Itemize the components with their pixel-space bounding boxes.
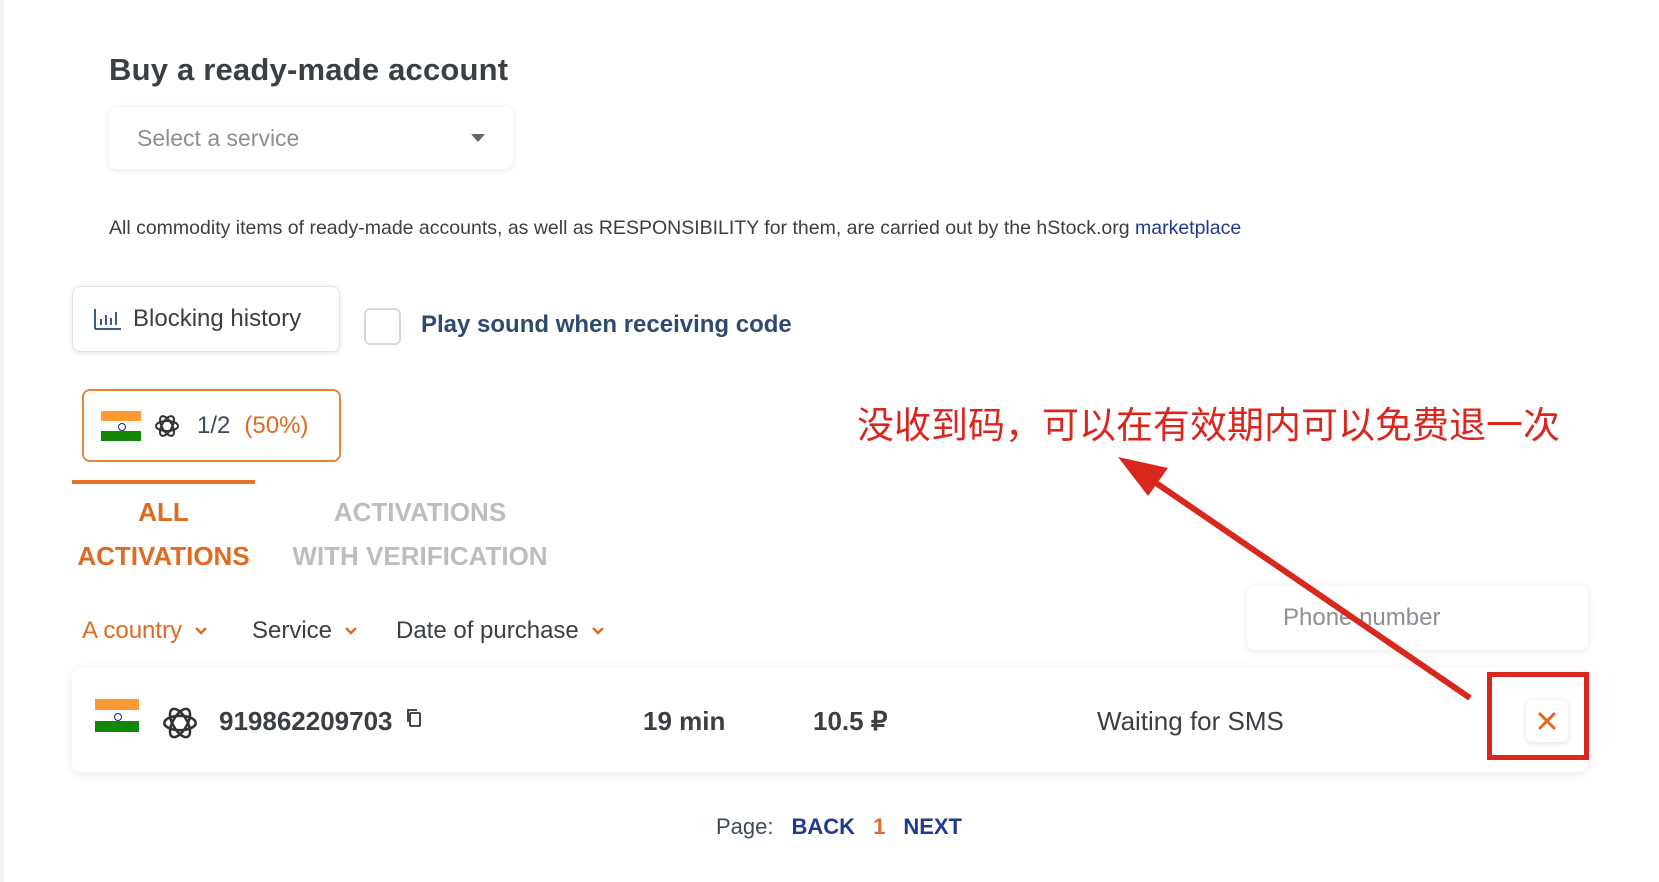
activation-time: 19 min (643, 706, 726, 736)
filter-date-label: Date of purchase (396, 617, 579, 644)
success-ratio: 1/2 (197, 411, 231, 439)
filter-date-of-purchase[interactable]: Date of purchase (396, 617, 605, 645)
openai-icon (153, 412, 181, 440)
annotation-note: 没收到码，可以在有效期内可以免费退一次 (857, 404, 1560, 447)
filter-country-label: A country (82, 617, 183, 644)
tab-verification-line2: WITH VERIFICATION (292, 541, 548, 571)
openai-icon (160, 703, 200, 743)
phone-number: 919862209703 (219, 706, 393, 736)
pagination-next-button[interactable]: NEXT (903, 814, 962, 840)
filter-service[interactable]: Service (252, 617, 358, 645)
service-select[interactable]: Select a service (109, 107, 513, 169)
india-flag-icon (95, 699, 139, 732)
tab-verification-line1: ACTIVATIONS (333, 497, 507, 527)
filter-country[interactable]: A country (82, 617, 208, 645)
success-percent: (50%) (244, 411, 309, 439)
blocking-history-label: Blocking history (133, 305, 302, 332)
chevron-down-icon (591, 626, 605, 636)
play-sound-label[interactable]: Play sound when receiving code (421, 311, 792, 339)
pagination-label: Page: (716, 814, 774, 839)
phone-number-search-input[interactable] (1247, 586, 1588, 650)
bar-chart-icon (93, 307, 123, 331)
filter-service-label: Service (252, 617, 333, 644)
marketplace-link[interactable]: marketplace (1135, 217, 1241, 239)
active-tab-indicator (72, 480, 255, 484)
activation-row: 919862209703 19 min 10.5 ₽ Waiting for S… (72, 668, 1588, 772)
pagination-current-page[interactable]: 1 (873, 814, 885, 840)
tab-all-activations-line1: ALL (138, 497, 189, 527)
marketplace-notice: All commodity items of ready-made accoun… (109, 217, 1241, 240)
activation-status: Waiting for SMS (1097, 706, 1284, 736)
annotation-highlight-box (1487, 672, 1589, 760)
blocking-history-button[interactable]: Blocking history (72, 286, 340, 352)
country-service-filter-chip[interactable]: 1/2 (50%) (82, 389, 341, 462)
copy-icon[interactable] (405, 708, 423, 728)
notice-text: All commodity items of ready-made accoun… (109, 217, 1135, 239)
caret-down-icon (471, 134, 485, 142)
tab-all-activations-line2: ACTIVATIONS (77, 541, 250, 571)
page-edge (0, 0, 4, 882)
chevron-down-icon (194, 626, 208, 636)
pagination-back-button[interactable]: BACK (792, 814, 856, 840)
tab-all-activations[interactable]: ALL ACTIVATIONS (72, 490, 255, 578)
service-select-placeholder: Select a service (137, 124, 300, 151)
tab-activations-with-verification[interactable]: ACTIVATIONS WITH VERIFICATION (282, 490, 558, 578)
activation-price: 10.5 ₽ (813, 706, 888, 736)
chevron-down-icon (344, 626, 358, 636)
india-flag-icon (101, 410, 141, 441)
page-title: Buy a ready-made account (109, 52, 509, 87)
pagination: Page: BACK 1 NEXT (716, 814, 962, 840)
play-sound-checkbox[interactable] (364, 308, 401, 345)
